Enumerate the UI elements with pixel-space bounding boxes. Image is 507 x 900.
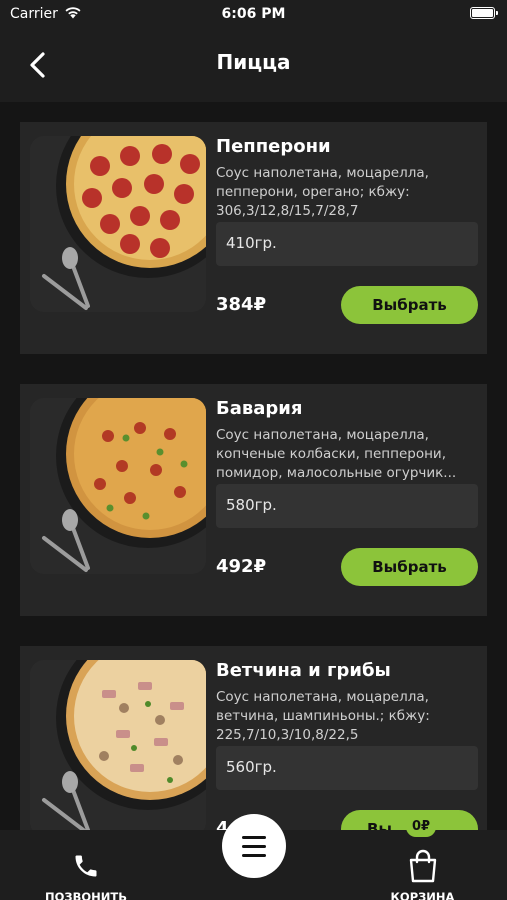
product-list[interactable]: Пепперони Соус наполетана, моцарелла, пе… <box>0 102 507 830</box>
call-tab[interactable]: ПОЗВОНИТЬ <box>30 840 142 900</box>
battery-icon <box>470 7 498 19</box>
cart-tab[interactable]: КОРЗИНА <box>370 840 475 900</box>
product-name: Пепперони <box>216 136 331 157</box>
choose-button[interactable]: Выбрать <box>341 286 478 324</box>
product-description: Соус наполетана, моцарелла, копченые кол… <box>216 427 457 481</box>
product-image <box>30 660 206 830</box>
choose-button[interactable]: Выбрать <box>341 548 478 586</box>
product-weight: 580гр. <box>216 484 478 528</box>
product-image <box>30 136 206 312</box>
cart-label: КОРЗИНА <box>390 890 455 900</box>
product-name: Ветчина и грибы <box>216 660 391 681</box>
product-price: 384₽ <box>216 294 267 315</box>
page-title: Пицца <box>216 50 291 74</box>
product-card: Пепперони Соус наполетана, моцарелла, пе… <box>20 122 487 354</box>
product-description: Соус наполетана, моцарелла, пепперони, о… <box>216 165 429 219</box>
product-image <box>30 398 206 574</box>
status-bar: Carrier 6:06 PM <box>0 0 507 30</box>
product-card: Ветчина и грибы Соус наполетана, моцарел… <box>20 646 487 830</box>
product-weight: 410гр. <box>216 222 478 266</box>
phone-icon <box>75 855 97 877</box>
menu-button[interactable] <box>222 814 286 878</box>
product-description: Соус наполетана, моцарелла, ветчина, шам… <box>216 689 430 743</box>
cart-total-badge: 0₽ <box>406 817 436 837</box>
nav-bar: Пицца <box>0 30 507 102</box>
product-card: Бавария Соус наполетана, моцарелла, копч… <box>20 384 487 616</box>
clock: 6:06 PM <box>221 6 286 22</box>
shopping-bag-icon <box>409 849 437 883</box>
call-label: ПОЗВОНИТЬ <box>45 890 127 900</box>
product-name: Бавария <box>216 398 303 419</box>
product-price: 492₽ <box>216 556 267 577</box>
product-weight: 560гр. <box>216 746 478 790</box>
